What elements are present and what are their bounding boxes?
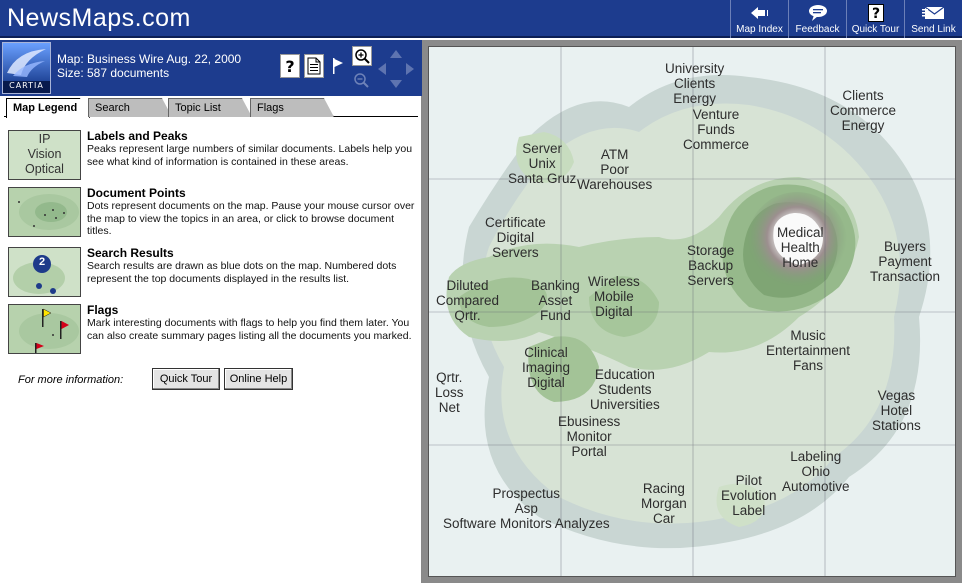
map-label[interactable]: Clinical Imaging Digital <box>522 345 570 390</box>
map-label[interactable]: Labeling Ohio Automotive <box>782 449 850 494</box>
tab-topic-list[interactable]: Topic List <box>168 98 252 117</box>
document-points-thumbnail <box>8 187 81 237</box>
left-panel: CARTIA Map: Business Wire Aug. 22, 2000 … <box>0 40 422 583</box>
map-label[interactable]: University Clients Energy <box>665 61 724 106</box>
map-label[interactable]: Server Unix Santa Gruz <box>508 141 576 186</box>
legend-title: Document Points <box>87 186 186 200</box>
map-label[interactable]: Venture Funds Commerce <box>683 107 749 152</box>
tab-flags[interactable]: Flags <box>250 98 334 117</box>
help-button[interactable]: ? <box>280 54 300 78</box>
map-size: Size: 587 documents <box>57 66 170 80</box>
online-help-button[interactable]: Online Help <box>224 368 293 390</box>
map-label[interactable]: Music Entertainment Fans <box>766 328 850 373</box>
map-info: Map: Business Wire Aug. 22, 2000 Size: 5… <box>57 52 241 80</box>
zoom-navigation <box>350 44 420 94</box>
arrow-left-icon <box>731 3 788 23</box>
map-label[interactable]: Medical Health Home <box>777 225 824 270</box>
zoom-in-button[interactable] <box>352 46 372 66</box>
more-info-label: For more information: <box>18 374 124 386</box>
result-number: 2 <box>38 256 46 268</box>
envelope-icon <box>905 3 962 23</box>
map-label[interactable]: Wireless Mobile Digital <box>588 274 640 319</box>
map-label[interactable]: Racing Morgan Car <box>641 481 687 526</box>
legend-title: Labels and Peaks <box>87 129 188 143</box>
document-icon <box>307 57 321 75</box>
map-info-bar: CARTIA Map: Business Wire Aug. 22, 2000 … <box>0 40 422 96</box>
speech-bubble-icon <box>789 3 846 23</box>
feedback-label: Feedback <box>795 24 840 35</box>
legend-title: Flags <box>87 303 119 317</box>
map-index-button[interactable]: Map Index <box>730 0 788 38</box>
map-index-label: Map Index <box>736 24 783 35</box>
cartia-brand: CARTIA <box>9 81 44 90</box>
map-label[interactable]: Buyers Payment Transaction <box>870 239 940 284</box>
flags-thumbnail <box>8 304 81 354</box>
map-label[interactable]: Banking Asset Fund <box>531 278 580 323</box>
help-icon: ? <box>285 57 294 75</box>
svg-text:?: ? <box>871 6 879 22</box>
quick-tour-nav-label: Quick Tour <box>851 24 900 35</box>
map-frame: University Clients Energy Venture Funds Comm… <box>422 40 962 583</box>
svg-text:?: ? <box>285 57 294 75</box>
search-results-thumbnail: 2 <box>8 247 81 297</box>
thumb-word: Vision <box>27 147 62 161</box>
map-label[interactable]: Diluted Compared Qrtr. <box>436 278 499 323</box>
send-link-button[interactable]: Send Link <box>904 0 962 38</box>
summary-page-button[interactable] <box>304 54 324 78</box>
map-label[interactable]: Storage Backup Servers <box>687 243 734 288</box>
labels-peaks-thumbnail: IP Vision Optical <box>8 130 81 180</box>
quick-tour-button[interactable]: Quick Tour <box>152 368 220 390</box>
zoom-out-button[interactable] <box>352 71 372 91</box>
legend-description: Dots represent documents on the map. Pau… <box>87 200 415 237</box>
map-label[interactable]: ATM Poor Warehouses <box>577 147 652 192</box>
map-label[interactable]: Certificate Digital Servers <box>485 215 546 260</box>
map-name: Map: Business Wire Aug. 22, 2000 <box>57 52 242 66</box>
legend-description: Search results are drawn as blue dots on… <box>87 260 397 285</box>
tab-search[interactable]: Search <box>88 98 172 117</box>
news-map[interactable]: University Clients Energy Venture Funds Comm… <box>428 46 956 577</box>
feedback-button[interactable]: Feedback <box>788 0 846 38</box>
zoom-in-icon <box>355 49 370 64</box>
tab-map-legend[interactable]: Map Legend <box>6 98 90 118</box>
thumb-word: Optical <box>25 162 64 176</box>
top-nav: Map Index Feedback ? Quick Tour Send Lin… <box>730 0 962 38</box>
map-label[interactable]: Education Students Universities <box>590 367 660 412</box>
legend-description: Mark interesting documents with flags to… <box>87 317 412 342</box>
map-label[interactable]: Pilot Evolution Label <box>721 473 777 518</box>
tab-bar: Map Legend Search Topic List Flags <box>4 97 418 118</box>
thumb-word: IP <box>38 132 51 146</box>
site-logo[interactable]: NewsMaps.com <box>7 4 191 33</box>
send-link-label: Send Link <box>911 24 956 35</box>
map-label[interactable]: Ebusiness Monitor Portal <box>558 414 620 459</box>
legend-title: Search Results <box>87 246 174 260</box>
pan-arrows-icon[interactable] <box>376 48 416 90</box>
flag-button[interactable] <box>328 54 348 78</box>
map-label[interactable]: Vegas Hotel Stations <box>872 388 921 433</box>
top-bar: NewsMaps.com Map Index Feedback ? Quick … <box>0 0 962 38</box>
map-label[interactable]: Prospectus Asp Software Monitors Analyzes <box>443 486 610 531</box>
map-label[interactable]: Clients Commerce Energy <box>830 88 896 133</box>
map-label[interactable]: Qrtr. Loss Net <box>435 370 464 415</box>
help-icon: ? <box>847 3 904 23</box>
cartia-logo: CARTIA <box>2 42 51 94</box>
zoom-out-icon <box>354 73 369 88</box>
legend-description: Peaks represent large numbers of similar… <box>87 143 413 168</box>
quick-tour-nav-button[interactable]: ? Quick Tour <box>846 0 904 38</box>
flag-icon <box>333 58 343 74</box>
